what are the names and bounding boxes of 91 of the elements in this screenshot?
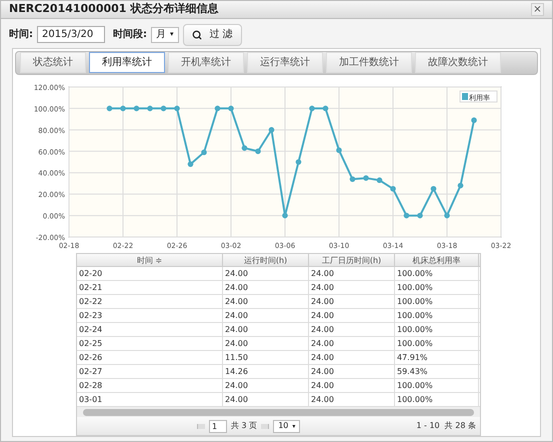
data-point — [268, 127, 274, 133]
table-cell: 24.00 — [309, 379, 395, 392]
data-point — [350, 176, 356, 182]
table-cell: 24.00 — [223, 267, 309, 280]
column-header[interactable]: 工厂日历时间(h) — [309, 254, 395, 266]
table-cell: 100.00% — [395, 309, 479, 322]
data-point — [188, 161, 194, 167]
data-point — [282, 212, 288, 218]
record-summary: 1 - 10 共 28 条 — [416, 420, 476, 432]
table-cell: 02-28 — [77, 379, 223, 392]
table-cell: 24.00 — [223, 281, 309, 294]
data-point — [228, 106, 234, 112]
table-cell: 02-23 — [77, 309, 223, 322]
data-point — [214, 106, 220, 112]
table-cell: 24.00 — [309, 337, 395, 350]
search-icon — [192, 30, 202, 40]
data-point — [147, 106, 153, 112]
column-header[interactable]: 运行时间(h) — [223, 254, 309, 266]
table-cell: 100.00% — [395, 323, 479, 336]
data-point — [471, 117, 477, 124]
table-cell: 11.50 — [223, 351, 309, 364]
table-cell: 100.00% — [395, 337, 479, 350]
data-point — [120, 106, 126, 112]
table-cell: 24.00 — [223, 337, 309, 350]
table-cell: 02-21 — [77, 281, 223, 294]
data-point — [296, 159, 302, 165]
data-point — [458, 182, 464, 188]
next-page-icon[interactable] — [261, 424, 270, 428]
data-point — [201, 150, 207, 156]
table-cell: 47.91% — [395, 351, 479, 364]
table-cell: 100.00% — [395, 281, 479, 294]
data-point — [106, 106, 112, 112]
data-point — [404, 212, 410, 218]
table-cell: 100.00% — [395, 295, 479, 308]
table-cell: 02-26 — [77, 351, 223, 364]
close-button[interactable]: × — [531, 3, 544, 16]
data-point — [242, 145, 248, 151]
table-cell: 24.00 — [309, 351, 395, 364]
table-cell: 24.00 — [309, 323, 395, 336]
tab[interactable]: 利用率统计 — [89, 52, 165, 73]
page-number-field[interactable]: 1 — [209, 420, 227, 432]
first-page-icon[interactable] — [197, 424, 205, 428]
table-cell: 100.00% — [395, 393, 479, 406]
data-point — [444, 212, 450, 218]
data-point — [376, 177, 382, 184]
tab[interactable]: 开机率统计 — [168, 52, 244, 73]
table-cell: 02-20 — [77, 267, 223, 280]
table-cell: 02-25 — [77, 337, 223, 350]
page-total: 共 3 页 — [231, 420, 258, 432]
table-cell: 100.00% — [395, 379, 479, 392]
column-header[interactable]: 机床总利用率 — [395, 254, 479, 266]
table-cell: 02-24 — [77, 323, 223, 336]
data-point — [363, 175, 369, 181]
table-cell: 24.00 — [309, 365, 395, 378]
table-cell: 02-22 — [77, 295, 223, 308]
table-cell: 59.43% — [395, 365, 479, 378]
data-point — [430, 186, 436, 192]
table-cell: 24.00 — [223, 295, 309, 308]
data-point — [174, 106, 180, 112]
tab[interactable]: 状态统计 — [20, 52, 86, 73]
data-point — [134, 106, 140, 112]
table-cell: 24.00 — [309, 295, 395, 308]
table-cell: 03-01 — [77, 393, 223, 406]
filter-button[interactable]: 过 滤 — [182, 24, 242, 46]
tab[interactable]: 运行率统计 — [247, 52, 323, 73]
table-cell: 24.00 — [309, 309, 395, 322]
table-cell: 24.00 — [309, 267, 395, 280]
table-cell: 02-27 — [77, 365, 223, 378]
column-header[interactable]: 时间 ≑ — [77, 254, 223, 266]
table-cell: 24.00 — [223, 393, 309, 406]
time-label: 时间: — [9, 28, 33, 42]
table-cell: 14.26 — [223, 365, 309, 378]
data-point — [417, 212, 423, 218]
table-cell: 24.00 — [309, 393, 395, 406]
data-point — [390, 186, 396, 192]
data-point — [322, 106, 328, 112]
tab[interactable]: 故障次数统计 — [415, 52, 501, 73]
table-cell: 24.00 — [309, 281, 395, 294]
table-cell: 100.00% — [395, 267, 479, 280]
data-point — [309, 106, 315, 112]
date-field[interactable]: 2015/3/20 — [37, 26, 105, 44]
data-point — [336, 147, 342, 154]
table-cell: 24.00 — [223, 323, 309, 336]
data-point — [255, 148, 261, 154]
table-cell: 24.00 — [223, 379, 309, 392]
data-point — [160, 106, 166, 112]
period-label: 时间段: — [113, 28, 147, 42]
tab[interactable]: 加工件数统计 — [326, 52, 412, 73]
window-title: NERC20141000001 状态分布详细信息 — [9, 1, 218, 18]
horizontal-scrollbar[interactable] — [77, 407, 480, 417]
table-cell: 24.00 — [223, 309, 309, 322]
